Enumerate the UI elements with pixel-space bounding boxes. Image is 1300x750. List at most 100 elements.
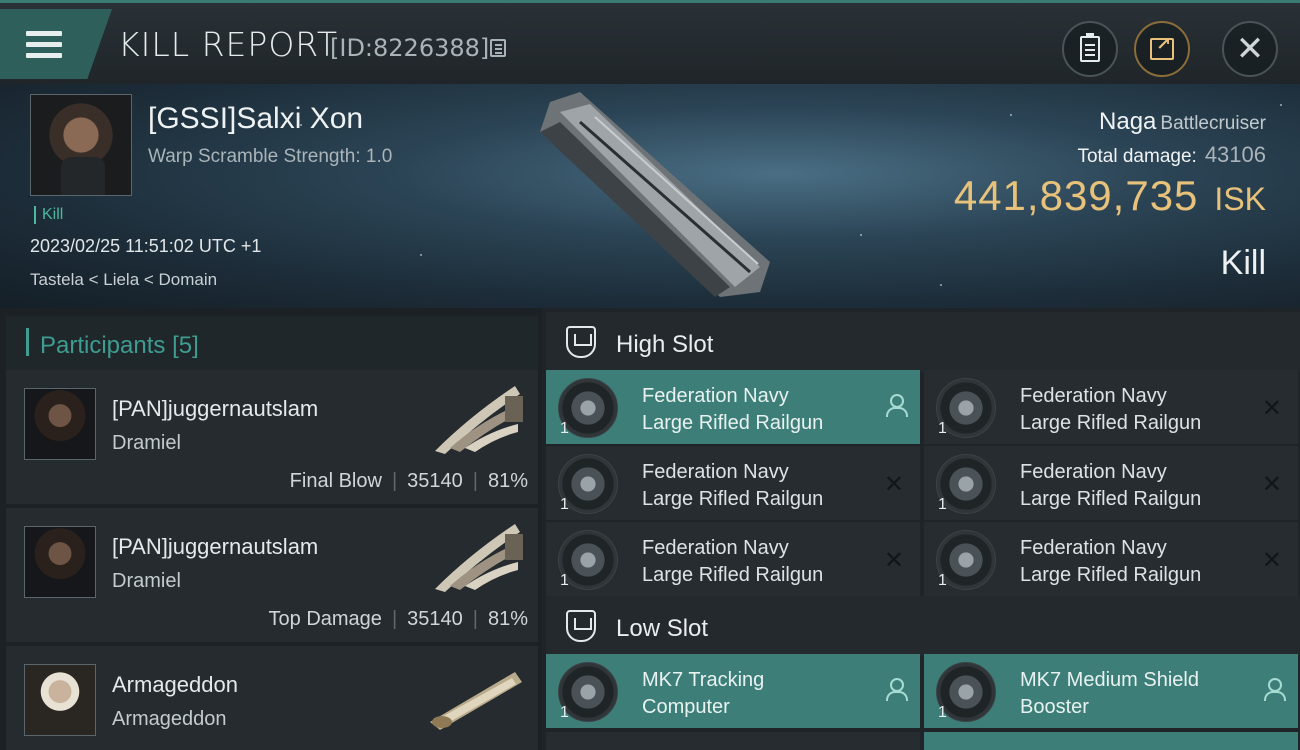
isk-amount: 441,839,735 — [953, 172, 1199, 219]
low-slot-icon — [566, 610, 596, 642]
isk-unit: ISK — [1214, 181, 1266, 217]
participant-stats: Top Damage | 35140 | 81% — [268, 608, 528, 630]
participant-row[interactable]: Armageddon Armageddon — [6, 646, 538, 750]
low-slot-header[interactable]: Low Slot — [546, 596, 1300, 656]
ship-class: Battlecruiser — [1160, 113, 1266, 134]
fitted-status — [1264, 678, 1286, 701]
participant-ship: Dramiel — [112, 432, 181, 454]
person-icon — [886, 394, 908, 417]
participant-percent: 81% — [487, 608, 528, 630]
victim-name[interactable]: [GSSI]Salxi Xon — [148, 102, 363, 136]
victim-portrait[interactable] — [30, 94, 132, 196]
victim-ship-image[interactable] — [520, 92, 780, 302]
module-item[interactable]: 1 Federation Navy Large Rifled Railgun ✕ — [546, 446, 920, 520]
module-quantity: 1 — [938, 496, 947, 513]
participant-ship-image — [430, 672, 522, 730]
report-id: [ID:8226388] — [330, 34, 490, 62]
kill-location[interactable]: Tastela < Liela < Domain — [30, 270, 217, 290]
hamburger-icon — [26, 31, 62, 59]
participant-name: [PAN]juggernautslam — [112, 396, 319, 421]
module-item[interactable]: 1 MK7 Tracking Computer — [546, 654, 920, 728]
total-damage: Total damage: 43106 — [1077, 142, 1266, 168]
victim-ship[interactable]: Naga Battlecruiser — [1099, 108, 1266, 136]
destroyed-status: ✕ — [884, 470, 904, 498]
share-button[interactable] — [1134, 21, 1190, 77]
participant-name: Armageddon — [112, 672, 238, 697]
module-item[interactable] — [924, 732, 1298, 750]
destroyed-status: ✕ — [884, 546, 904, 574]
destroyed-status: ✕ — [1262, 470, 1282, 498]
person-icon — [886, 678, 908, 701]
module-item[interactable] — [546, 732, 920, 750]
avatar — [24, 388, 96, 460]
module-item[interactable]: 1 Federation Navy Large Rifled Railgun ✕ — [546, 522, 920, 596]
module-name: Federation Navy Large Rifled Railgun — [642, 537, 824, 586]
participant-ship-image — [435, 386, 523, 454]
fittings-panel: High Slot 1 Federation Navy Large Rifled … — [542, 308, 1300, 750]
clipboard-button[interactable] — [1062, 21, 1118, 77]
warp-scramble-strength: Warp Scramble Strength: 1.0 — [148, 146, 393, 167]
result-label: Kill — [1220, 244, 1266, 282]
copy-icon[interactable] — [490, 39, 506, 57]
participant-row[interactable]: [PAN]juggernautslam Dramiel Top Damage | 3… — [6, 508, 538, 642]
module-name: Federation Navy Large Rifled Railgun — [642, 385, 824, 434]
module-item[interactable]: 1 Federation Navy Large Rifled Railgun ✕ — [924, 446, 1298, 520]
module-quantity: 1 — [938, 572, 947, 589]
person-icon — [1264, 678, 1286, 701]
module-name: Federation Navy Large Rifled Railgun — [1020, 461, 1202, 510]
x-icon: ✕ — [1261, 394, 1282, 422]
kill-tag: Kill — [34, 206, 63, 224]
close-button[interactable]: ✕ — [1222, 21, 1278, 77]
victim-summary: [GSSI]Salxi Xon Warp Scramble Strength: … — [0, 84, 1300, 308]
module-quantity: 1 — [938, 704, 947, 721]
x-icon: ✕ — [1261, 546, 1282, 574]
avatar — [24, 526, 96, 598]
module-name: MK7 Tracking Computer — [642, 669, 765, 718]
destroyed-status: ✕ — [1262, 546, 1282, 574]
participants-label: Participants — [40, 332, 166, 359]
module-name: Federation Navy Large Rifled Railgun — [1020, 537, 1202, 586]
kill-datetime: 2023/02/25 11:51:02 UTC +1 — [30, 236, 262, 256]
participant-damage: 35140 — [407, 608, 463, 630]
participant-row[interactable]: [PAN]juggernautslam Dramiel Final Blow | 3… — [6, 370, 538, 504]
participant-ship-image — [435, 524, 523, 592]
participants-header[interactable]: Participants [5] — [6, 316, 538, 372]
destroyed-status: ✕ — [1262, 394, 1282, 422]
low-slot-label: Low Slot — [616, 615, 709, 642]
fitted-status — [886, 678, 908, 701]
participant-role: Final Blow — [289, 470, 382, 492]
high-slot-label: High Slot — [616, 331, 714, 358]
x-icon: ✕ — [1261, 470, 1282, 498]
menu-button[interactable] — [0, 9, 112, 79]
high-slot-icon — [566, 326, 596, 358]
page-title: KILL REPORT — [118, 25, 338, 64]
module-quantity: 1 — [560, 496, 569, 513]
module-item[interactable]: 1 MK7 Medium Shield Booster — [924, 654, 1298, 728]
participant-ship: Armageddon — [112, 708, 227, 730]
clipboard-icon — [1080, 33, 1100, 62]
module-item[interactable]: 1 Federation Navy Large Rifled Railgun ✕ — [924, 522, 1298, 596]
ship-name: Naga — [1099, 108, 1157, 135]
total-damage-label: Total damage: — [1077, 146, 1197, 167]
module-quantity: 1 — [560, 704, 569, 721]
share-icon — [1150, 34, 1174, 60]
module-quantity: 1 — [560, 572, 569, 589]
high-slot-header[interactable]: High Slot — [546, 312, 1300, 372]
module-quantity: 1 — [560, 420, 569, 437]
top-bar: KILL REPORT [ID:8226388] ✕ — [0, 0, 1300, 84]
participant-damage: 35140 — [407, 470, 463, 492]
module-quantity: 1 — [938, 420, 947, 437]
isk-value: 441,839,735 ISK — [954, 172, 1266, 220]
close-icon: ✕ — [1235, 29, 1265, 69]
module-item[interactable]: 1 Federation Navy Large Rifled Railgun ✕ — [924, 370, 1298, 444]
module-name: Federation Navy Large Rifled Railgun — [1020, 385, 1202, 434]
module-item[interactable]: 1 Federation Navy Large Rifled Railgun — [546, 370, 920, 444]
module-name: Federation Navy Large Rifled Railgun — [642, 461, 824, 510]
participants-count: [5] — [172, 332, 199, 359]
fitted-status — [886, 394, 908, 417]
participants-panel: Participants [5] [PAN]juggernautslam Dra… — [0, 308, 542, 750]
participant-name: [PAN]juggernautslam — [112, 534, 319, 559]
participant-percent: 81% — [487, 470, 528, 492]
participant-ship: Dramiel — [112, 570, 181, 592]
x-icon: ✕ — [883, 546, 904, 574]
